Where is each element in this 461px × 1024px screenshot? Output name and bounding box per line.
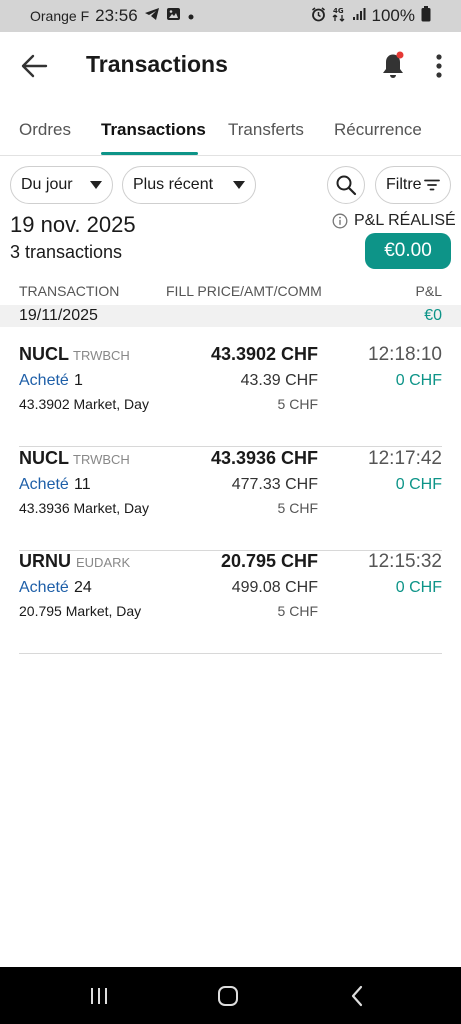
dot-icon [187, 8, 195, 25]
caret-down-icon [90, 181, 102, 189]
search-button[interactable] [327, 166, 365, 204]
notifications-button[interactable] [378, 49, 408, 81]
realized-pnl-value[interactable]: €0.00 [365, 233, 451, 269]
search-icon [336, 175, 357, 196]
filter-button[interactable]: Filtre [375, 166, 451, 204]
transaction-amount: 43.39 CHF [240, 372, 318, 389]
row-divider [19, 446, 442, 447]
alarm-icon [311, 6, 326, 26]
status-clock: 23:56 [95, 6, 138, 25]
transaction-pnl: 0 CHF [395, 579, 442, 596]
column-header-transaction: TRANSACTION [19, 283, 120, 299]
status-bar: Orange F 23:56 4G 100% [0, 0, 461, 32]
4g-icon: 4G [332, 6, 346, 26]
transaction-quantity: 11 [74, 476, 91, 493]
transaction-commission: 5 CHF [277, 603, 318, 619]
transaction-fill-price: 20.795 CHF [220, 551, 318, 571]
transaction-action: Acheté [19, 476, 69, 493]
transaction-symbol: NUCL [19, 344, 69, 364]
more-vertical-icon [436, 54, 442, 78]
tab-transferts[interactable]: Transferts [228, 120, 304, 140]
period-dropdown[interactable]: Du jour [10, 166, 113, 204]
transaction-exchange: TRWBCH [73, 348, 130, 363]
battery-percent: 100% [371, 6, 415, 25]
transaction-quantity: 24 [74, 579, 92, 596]
transaction-symbol: NUCL [19, 448, 69, 468]
date-group-header: 19/11/2025 €0 [0, 305, 461, 327]
filter-lines-icon [424, 179, 440, 191]
filter-bar: Du jour Plus récent Filtre [0, 166, 461, 206]
home-button[interactable] [208, 981, 248, 1011]
active-tab-indicator [101, 152, 198, 155]
signal-icon [352, 7, 366, 25]
tab-bar: Ordres Transactions Transferts Récurrenc… [0, 108, 461, 156]
recent-apps-button[interactable] [79, 981, 119, 1011]
bell-icon [383, 51, 404, 78]
column-header-pnl: P&L [415, 283, 442, 299]
row-divider [19, 653, 442, 654]
transaction-fill-price: 43.3902 CHF [210, 344, 318, 364]
tab-transactions[interactable]: Transactions [101, 120, 206, 140]
column-headers: TRANSACTION FILL PRICE/AMT/COMM P&L [0, 283, 461, 303]
transaction-description: 20.795 Market, Day [19, 603, 142, 619]
column-header-fill: FILL PRICE/AMT/COMM [166, 283, 322, 299]
summary-date: 19 nov. 2025 [10, 212, 136, 237]
filter-button-label: Filtre [386, 176, 422, 193]
info-icon[interactable] [332, 213, 348, 229]
app-bar: Transactions [0, 32, 461, 98]
sort-dropdown[interactable]: Plus récent [122, 166, 256, 204]
transaction-row[interactable]: NUCL TRWBCH 43.3936 CHF 12:17:42 Acheté … [0, 448, 461, 551]
date-group-pnl: €0 [424, 307, 442, 324]
tab-ordres[interactable]: Ordres [19, 120, 71, 140]
transaction-fill-price: 43.3936 CHF [210, 448, 318, 468]
transaction-action: Acheté [19, 372, 69, 389]
transaction-exchange: TRWBCH [73, 452, 130, 467]
carrier-name: Orange F [30, 8, 90, 24]
transaction-pnl: 0 CHF [395, 372, 442, 389]
transaction-commission: 5 CHF [277, 500, 318, 516]
gallery-icon [166, 7, 181, 25]
home-icon [218, 986, 238, 1006]
page-title: Transactions [86, 51, 228, 77]
realized-pnl-label-group: P&L RÉALISÉ [332, 212, 456, 230]
transaction-row[interactable]: NUCL TRWBCH 43.3902 CHF 12:18:10 Acheté … [0, 344, 461, 447]
realized-pnl-label: P&L RÉALISÉ [354, 212, 456, 229]
transaction-row[interactable]: URNU EUDARK 20.795 CHF 12:15:32 Acheté 2… [0, 551, 461, 654]
transaction-pnl: 0 CHF [395, 476, 442, 493]
battery-icon [421, 6, 431, 26]
transaction-amount: 477.33 CHF [231, 476, 318, 493]
telegram-icon [144, 7, 160, 25]
system-navigation-bar [0, 967, 461, 1024]
arrow-left-icon [21, 54, 48, 78]
back-button[interactable] [18, 50, 50, 82]
recent-apps-icon [91, 988, 107, 1004]
chevron-left-icon [351, 985, 363, 1007]
transaction-time: 12:18:10 [368, 344, 442, 365]
transaction-action: Acheté [19, 579, 69, 596]
transaction-symbol: URNU [19, 551, 71, 571]
transaction-amount: 499.08 CHF [231, 579, 318, 596]
tab-recurrence[interactable]: Récurrence [334, 120, 422, 140]
sort-dropdown-label: Plus récent [133, 176, 214, 193]
more-options-button[interactable] [428, 50, 450, 82]
svg-text:4G: 4G [333, 7, 344, 15]
transaction-time: 12:15:32 [368, 551, 442, 572]
caret-down-icon [233, 181, 245, 189]
date-group-date: 19/11/2025 [19, 307, 98, 324]
period-dropdown-label: Du jour [21, 176, 73, 193]
transaction-time: 12:17:42 [368, 448, 442, 469]
transaction-description: 43.3902 Market, Day [19, 396, 149, 412]
transaction-count: 3 transactions [10, 242, 123, 262]
transaction-commission: 5 CHF [277, 396, 318, 412]
transaction-quantity: 1 [74, 372, 83, 389]
system-back-button[interactable] [337, 981, 377, 1011]
transaction-exchange: EUDARK [76, 555, 131, 570]
transaction-description: 43.3936 Market, Day [19, 500, 149, 516]
